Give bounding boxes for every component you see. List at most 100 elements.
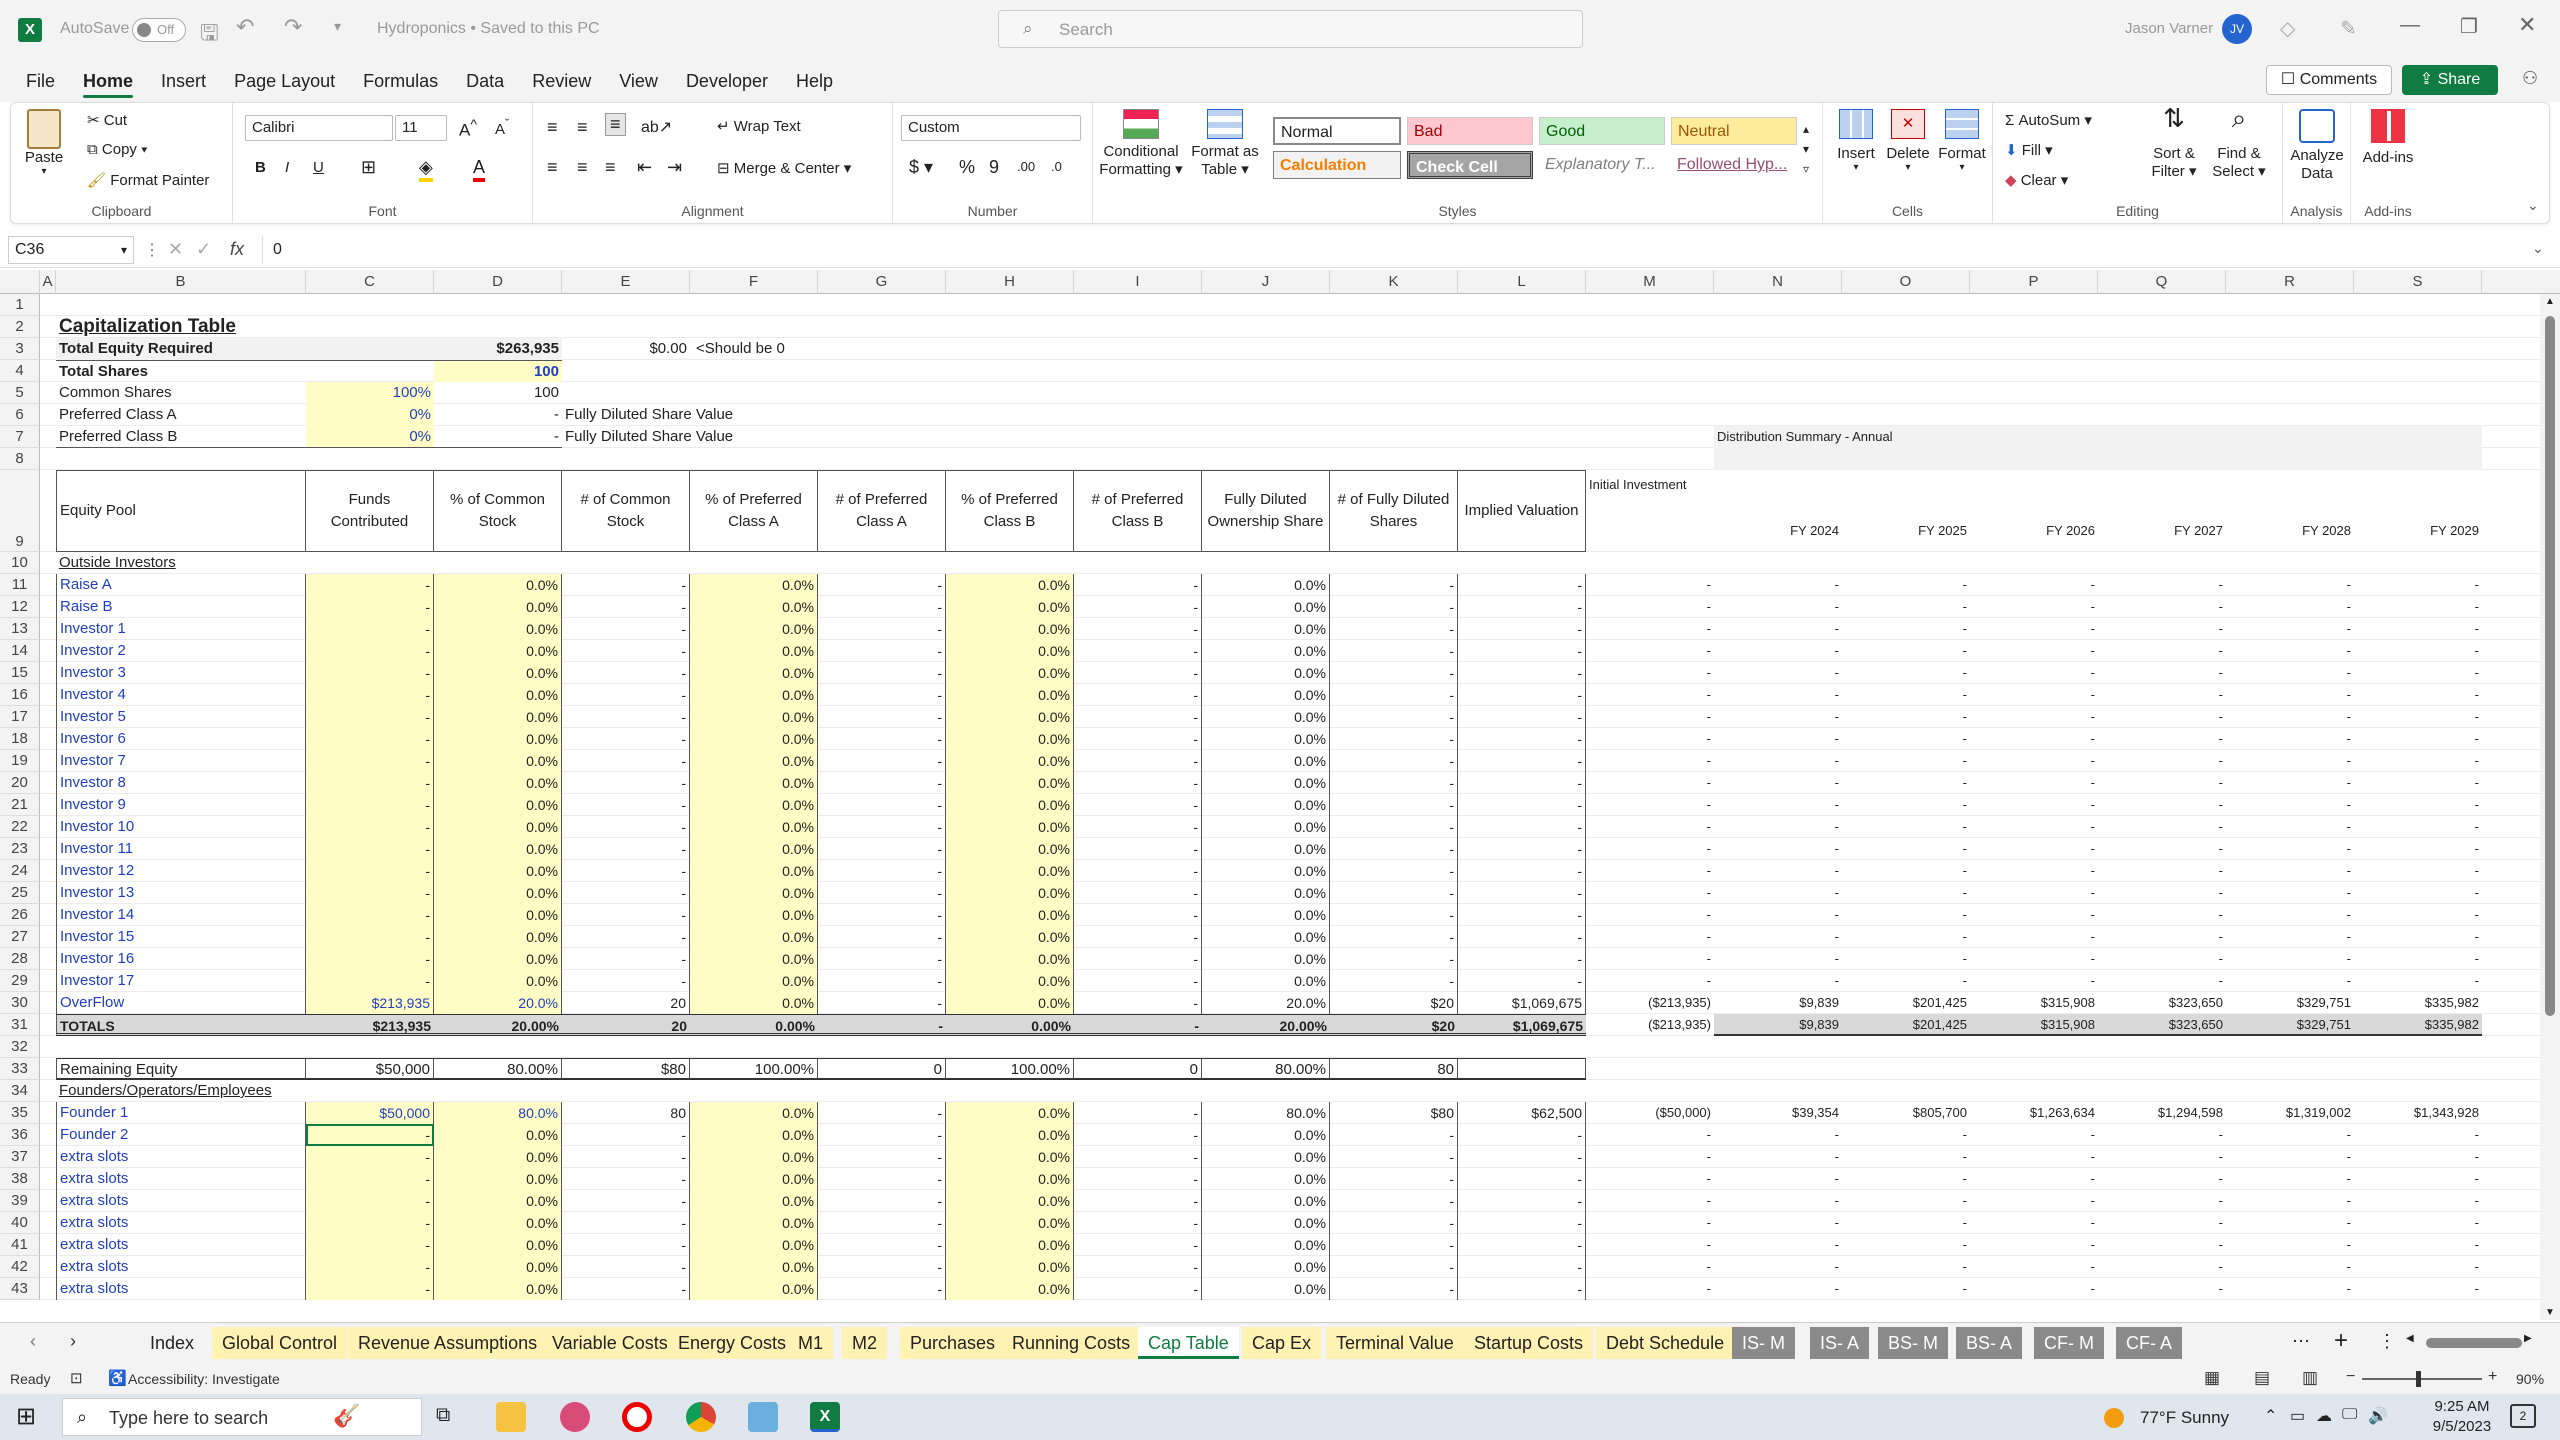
cell-m42[interactable]: - — [1586, 1256, 1714, 1278]
cell-j9[interactable]: Fully Diluted Ownership Share — [1202, 470, 1330, 552]
snipping-tool-icon[interactable] — [560, 1402, 590, 1432]
cell-c23[interactable]: - — [306, 838, 434, 860]
cell-p16[interactable]: - — [1970, 684, 2098, 706]
cell-c25[interactable]: - — [306, 882, 434, 904]
cell-c36[interactable]: - — [306, 1124, 434, 1146]
cell-n30[interactable]: $9,839 — [1714, 992, 1842, 1014]
cell-h20[interactable]: 0.0% — [946, 772, 1074, 794]
cell-j29[interactable]: 0.0% — [1202, 970, 1330, 992]
style-good[interactable]: Good — [1539, 117, 1665, 145]
cell-q35[interactable]: $1,294,598 — [2098, 1102, 2226, 1124]
cell-r16[interactable]: - — [2226, 684, 2354, 706]
row-header[interactable]: 40 — [0, 1212, 40, 1234]
cell-q27[interactable]: - — [2098, 926, 2226, 948]
row-header[interactable]: 8 — [0, 448, 40, 470]
zoom-out-icon[interactable]: − — [2346, 1368, 2355, 1386]
cell-s19[interactable]: - — [2354, 750, 2482, 772]
cell-p20[interactable]: - — [1970, 772, 2098, 794]
cell-f26[interactable]: 0.0% — [690, 904, 818, 926]
cell-k30[interactable]: $20 — [1330, 992, 1458, 1014]
cell-n27[interactable]: - — [1714, 926, 1842, 948]
cell-n38[interactable]: - — [1714, 1168, 1842, 1190]
sheet-tab-running-costs[interactable]: Running Costs — [1002, 1327, 1141, 1359]
analyze-data-button[interactable]: Analyze Data — [2287, 109, 2347, 183]
cell-h11[interactable]: 0.0% — [946, 574, 1074, 596]
cell-m37[interactable]: - — [1586, 1146, 1714, 1168]
cell-o25[interactable]: - — [1842, 882, 1970, 904]
sheet-tab-global-control[interactable]: Global Control — [212, 1327, 348, 1359]
row-header[interactable]: 12 — [0, 596, 40, 618]
cell-f15[interactable]: 0.0% — [690, 662, 818, 684]
column-header-i[interactable]: I — [1074, 270, 1202, 294]
cell-i15[interactable]: - — [1074, 662, 1202, 684]
cell-n40[interactable]: - — [1714, 1212, 1842, 1234]
scroll-down-icon[interactable]: ▼ — [2545, 1307, 2555, 1318]
cell-l43[interactable]: - — [1458, 1278, 1586, 1300]
sheet-tab-purchases[interactable]: Purchases — [900, 1327, 1006, 1359]
cell-i22[interactable]: - — [1074, 816, 1202, 838]
fill-color-icon[interactable]: ◈ — [419, 157, 433, 182]
cell-k39[interactable]: - — [1330, 1190, 1458, 1212]
cell-m27[interactable]: - — [1586, 926, 1714, 948]
cell-d28[interactable]: 0.0% — [434, 948, 562, 970]
cell-e26[interactable]: - — [562, 904, 690, 926]
cell-k23[interactable]: - — [1330, 838, 1458, 860]
cell-l26[interactable]: - — [1458, 904, 1586, 926]
cell-c5[interactable]: 100% — [306, 382, 434, 404]
cell-f21[interactable]: 0.0% — [690, 794, 818, 816]
cell-q11[interactable]: - — [2098, 574, 2226, 596]
cell-r22[interactable]: - — [2226, 816, 2354, 838]
menu-developer[interactable]: Developer — [672, 60, 782, 102]
cell-s39[interactable]: - — [2354, 1190, 2482, 1212]
cell-k17[interactable]: - — [1330, 706, 1458, 728]
column-header-k[interactable]: K — [1330, 270, 1458, 294]
grow-font-icon[interactable]: A^ — [459, 117, 477, 141]
cell-q43[interactable]: - — [2098, 1278, 2226, 1300]
cell-l31[interactable]: $1,069,675 — [1458, 1014, 1586, 1036]
cell-j23[interactable]: 0.0% — [1202, 838, 1330, 860]
cell-n43[interactable]: - — [1714, 1278, 1842, 1300]
cell-d17[interactable]: 0.0% — [434, 706, 562, 728]
cell-q38[interactable]: - — [2098, 1168, 2226, 1190]
cell-p41[interactable]: - — [1970, 1234, 2098, 1256]
cell-m21[interactable]: - — [1586, 794, 1714, 816]
cell-f16[interactable]: 0.0% — [690, 684, 818, 706]
cell-h37[interactable]: 0.0% — [946, 1146, 1074, 1168]
cell-f24[interactable]: 0.0% — [690, 860, 818, 882]
cell-b30[interactable]: OverFlow — [56, 992, 306, 1014]
row-header[interactable]: 43 — [0, 1278, 40, 1300]
cell-c24[interactable]: - — [306, 860, 434, 882]
cell-d6[interactable]: - — [434, 404, 562, 426]
column-header-l[interactable]: L — [1458, 270, 1586, 294]
row-header[interactable]: 19 — [0, 750, 40, 772]
cell-k37[interactable]: - — [1330, 1146, 1458, 1168]
cell-p25[interactable]: - — [1970, 882, 2098, 904]
cell-s24[interactable]: - — [2354, 860, 2482, 882]
cell-e30[interactable]: 20 — [562, 992, 690, 1014]
menu-view[interactable]: View — [605, 60, 672, 102]
cell-c11[interactable]: - — [306, 574, 434, 596]
cell-c9[interactable]: Funds Contributed — [306, 470, 434, 552]
format-cells-button[interactable]: Format ▾ — [1937, 109, 1987, 173]
cell-f25[interactable]: 0.0% — [690, 882, 818, 904]
column-header-a[interactable]: A — [40, 270, 56, 294]
cell-c7[interactable]: 0% — [306, 426, 434, 448]
cell-f38[interactable]: 0.0% — [690, 1168, 818, 1190]
formula-input[interactable]: 0 — [262, 236, 2532, 264]
cut-button[interactable]: ✂ Cut — [87, 111, 127, 129]
cell-p31[interactable]: $315,908 — [1970, 1014, 2098, 1036]
cell-d40[interactable]: 0.0% — [434, 1212, 562, 1234]
row-header[interactable]: 23 — [0, 838, 40, 860]
cell-e18[interactable]: - — [562, 728, 690, 750]
cell-o30[interactable]: $201,425 — [1842, 992, 1970, 1014]
cell-o40[interactable]: - — [1842, 1212, 1970, 1234]
cell-q13[interactable]: - — [2098, 618, 2226, 640]
cell-f28[interactable]: 0.0% — [690, 948, 818, 970]
cell-g21[interactable]: - — [818, 794, 946, 816]
cell-s12[interactable]: - — [2354, 596, 2482, 618]
cell-q15[interactable]: - — [2098, 662, 2226, 684]
accessibility-icon[interactable]: ♿ — [108, 1369, 127, 1387]
cell-f18[interactable]: 0.0% — [690, 728, 818, 750]
cell-e38[interactable]: - — [562, 1168, 690, 1190]
cell-m40[interactable]: - — [1586, 1212, 1714, 1234]
